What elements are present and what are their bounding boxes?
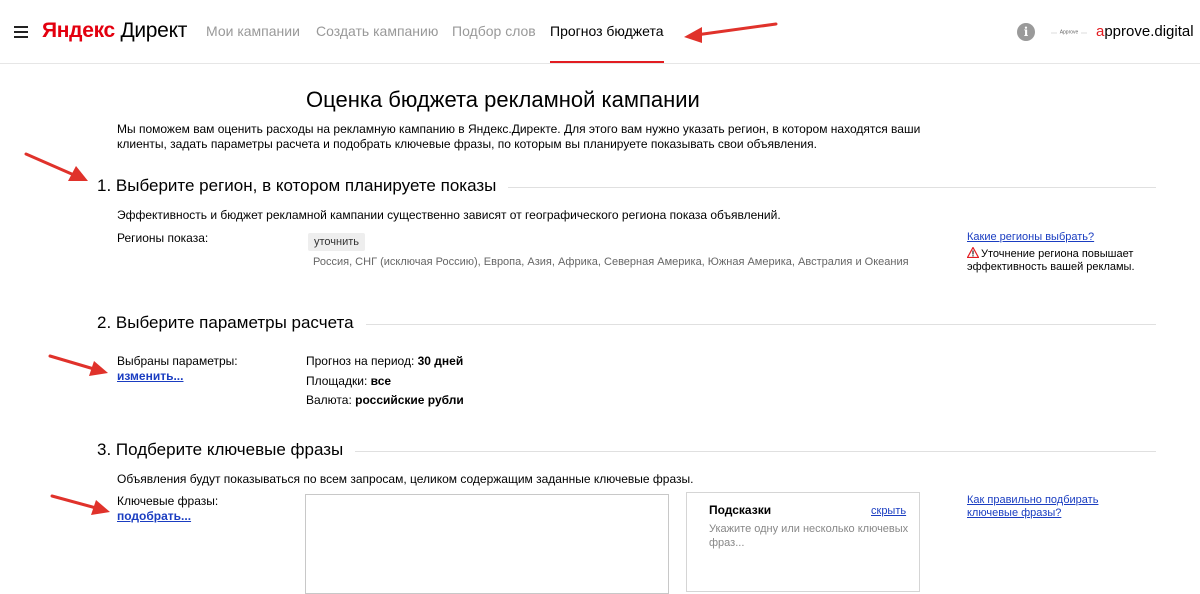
top-header: Яндекс Директ Мои кампании Создать кампа…: [0, 0, 1200, 64]
keywords-textarea[interactable]: [305, 494, 669, 594]
platforms-label: Площадки:: [306, 374, 368, 388]
approve-logo-icon: Approve: [1051, 28, 1087, 36]
regions-value: Россия, СНГ (исключая Россию), Европа, А…: [313, 256, 909, 268]
menu-icon[interactable]: [14, 26, 28, 38]
currency-label: Валюта:: [306, 393, 352, 407]
hints-hide-link[interactable]: скрыть: [871, 505, 906, 517]
clarify-regions-button[interactable]: уточнить: [308, 233, 366, 251]
annotation-arrow-change: [48, 354, 108, 376]
nav-word-selection[interactable]: Подбор слов: [452, 0, 536, 63]
intro-text: Мы поможем вам оценить расходы на реклам…: [117, 122, 921, 151]
logo-yandex-text: Яндекс: [42, 19, 115, 42]
logo-direct-text: Директ: [120, 19, 188, 42]
period-row: Прогноз на период: 30 дней: [306, 354, 463, 368]
section3-description: Объявления будут показываться по всем за…: [117, 472, 694, 486]
platforms-row: Площадки: все: [306, 374, 391, 388]
nav-create-campaign[interactable]: Создать кампанию: [316, 0, 438, 63]
section2-title: 2. Выберите параметры расчета: [97, 313, 366, 333]
pick-phrases-link[interactable]: подобрать...: [117, 509, 191, 523]
platforms-value: все: [370, 374, 392, 388]
how-to-pick-phrases-link[interactable]: Как правильно подбирать ключевые фразы?: [967, 494, 1147, 520]
which-regions-link[interactable]: Какие регионы выбрать?: [967, 231, 1094, 243]
change-params-link[interactable]: изменить...: [117, 369, 183, 383]
approve-logo-text: Approve: [1060, 30, 1079, 36]
nav-my-campaigns[interactable]: Мои кампании: [206, 0, 300, 63]
period-value: 30 дней: [417, 354, 464, 368]
hints-text: Укажите одну или несколько ключевых фраз…: [709, 523, 909, 549]
currency-row: Валюта: российские рубли: [306, 393, 464, 407]
hints-title: Подсказки: [709, 503, 772, 517]
account-name-rest: pprove.digital: [1104, 23, 1194, 40]
annotation-arrow-section1: [24, 152, 88, 181]
yandex-direct-logo[interactable]: Яндекс Директ: [42, 19, 187, 43]
currency-value: российские рубли: [355, 393, 464, 407]
account-name[interactable]: approve.digital: [1096, 23, 1194, 40]
period-label: Прогноз на период:: [306, 354, 415, 368]
nav-budget-forecast[interactable]: Прогноз бюджета: [550, 0, 664, 63]
hints-panel: Подсказки скрыть Укажите одну или нескол…: [686, 492, 920, 592]
region-warning: Уточнение региона повышает эффективность…: [967, 247, 1147, 274]
region-warning-text: Уточнение региона повышает эффективность…: [967, 248, 1135, 273]
section3-title: 3. Подберите ключевые фразы: [97, 440, 356, 460]
section1-title: 1. Выберите регион, в котором планируете…: [97, 176, 509, 196]
annotation-arrow-pick: [50, 494, 110, 515]
warning-icon: [967, 247, 979, 258]
annotation-arrow-nav: [684, 22, 778, 43]
section1-description: Эффективность и бюджет рекламной кампани…: [117, 208, 781, 222]
page-title: Оценка бюджета рекламной кампании: [306, 87, 700, 112]
info-icon[interactable]: i: [1017, 23, 1035, 41]
regions-label: Регионы показа:: [117, 231, 209, 245]
phrases-label: Ключевые фразы:: [117, 494, 219, 508]
params-label: Выбраны параметры:: [117, 354, 238, 368]
